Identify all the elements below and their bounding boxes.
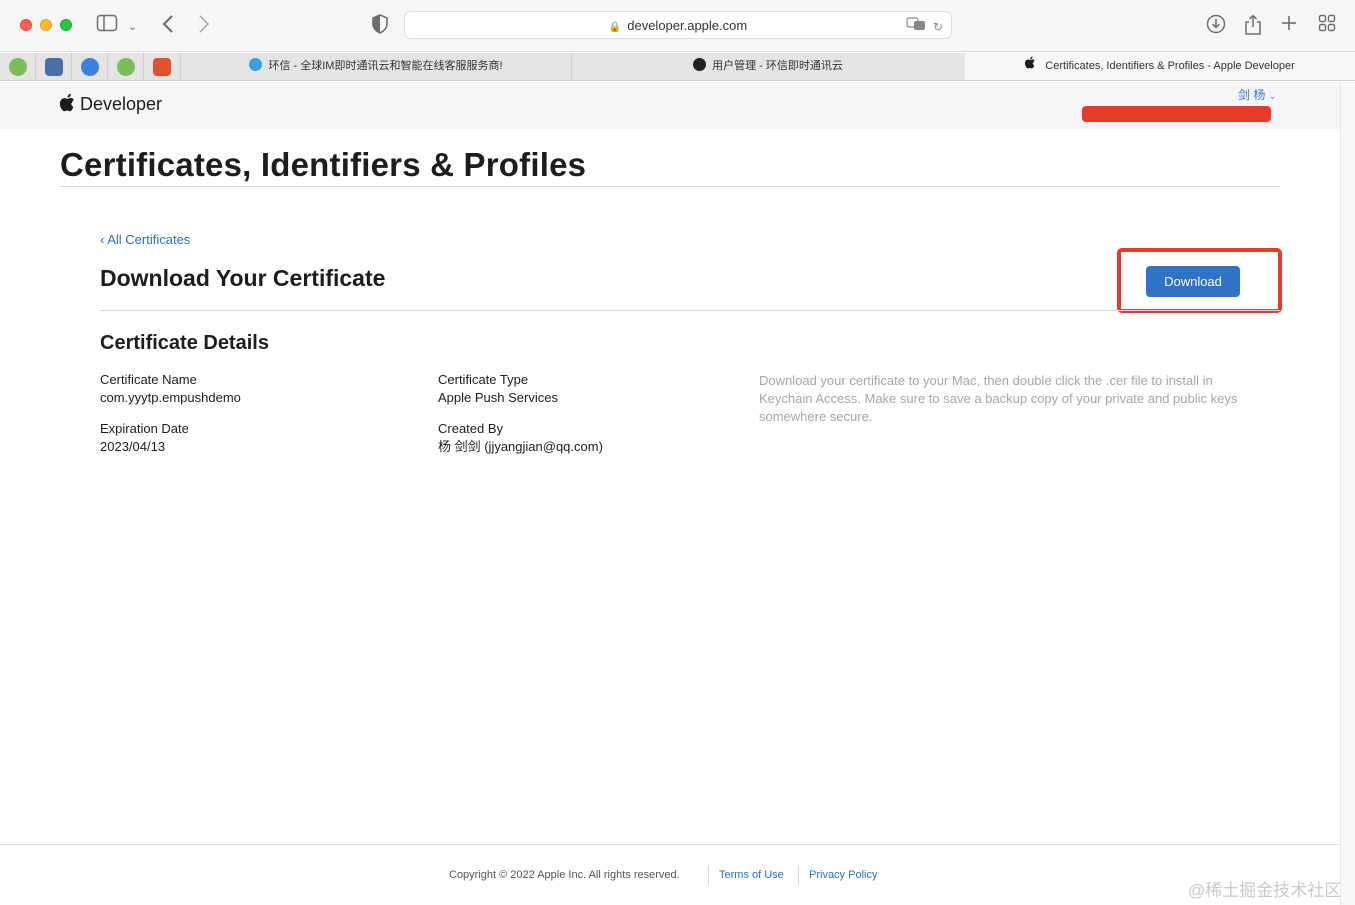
divider	[100, 310, 1280, 311]
privacy-shield-icon[interactable]	[371, 14, 389, 39]
pinned-tab-icon[interactable]	[81, 58, 99, 76]
pinned-tab-icon[interactable]	[117, 58, 135, 76]
created-by-field: Created By 杨 剑剑 (jjyangjian@qq.com)	[438, 420, 603, 456]
browser-titlebar: ⌄ 🔒 developer.apple.com ↻	[0, 0, 1355, 52]
tab-divider	[35, 53, 36, 80]
downloads-icon[interactable]	[1206, 14, 1226, 39]
lock-icon: 🔒	[608, 22, 622, 33]
page-scrollbar[interactable]	[1340, 82, 1355, 905]
share-icon[interactable]	[1244, 14, 1262, 41]
pinned-tab-icon[interactable]	[45, 58, 63, 76]
field-label: Certificate Type	[438, 372, 529, 387]
field-value: com.yyytp.empushdemo	[100, 390, 241, 405]
footer-divider	[798, 865, 799, 885]
page-footer: Copyright © 2022 Apple Inc. All rights r…	[0, 844, 1340, 905]
apple-logo-icon	[1025, 56, 1039, 72]
terms-of-use-link[interactable]: Terms of Use	[719, 869, 784, 881]
privacy-policy-link[interactable]: Privacy Policy	[809, 869, 877, 881]
chevron-down-icon[interactable]: ⌄	[128, 16, 137, 38]
address-bar[interactable]: 🔒 developer.apple.com ↻	[404, 11, 952, 39]
reload-icon[interactable]: ↻	[933, 20, 943, 34]
user-menu[interactable]: 剑 杨 ⌄	[1238, 86, 1276, 103]
field-label: Certificate Name	[100, 372, 197, 387]
tab-label: 用户管理 - 环信即时通讯云	[712, 60, 843, 72]
tab-huanxin-home[interactable]: 环信 - 全球IM即时通讯云和智能在线客服服务商!	[181, 53, 571, 80]
tab-divider	[143, 53, 144, 80]
pinned-tab-icon[interactable]	[153, 58, 171, 76]
field-value: Apple Push Services	[438, 390, 558, 405]
redaction-mark	[1082, 106, 1271, 122]
details-title: Certificate Details	[100, 332, 269, 354]
new-tab-icon[interactable]	[1280, 14, 1298, 37]
expiration-date-field: Expiration Date 2023/04/13	[100, 420, 189, 456]
tab-label: 环信 - 全球IM即时通讯云和智能在线客服服务商!	[268, 60, 503, 72]
forward-arrow-icon[interactable]	[196, 14, 212, 39]
zoom-window-button[interactable]	[60, 19, 72, 31]
user-name: 剑 杨	[1238, 88, 1266, 102]
download-button[interactable]: Download	[1146, 266, 1240, 297]
tab-overview-icon[interactable]	[1318, 14, 1336, 37]
field-label: Expiration Date	[100, 421, 189, 436]
field-label: Created By	[438, 421, 504, 436]
developer-logo[interactable]: Developer	[59, 93, 163, 116]
tab-divider	[71, 53, 72, 80]
certificate-type-field: Certificate Type Apple Push Services	[438, 371, 558, 407]
all-certificates-link[interactable]: ‹ All Certificates	[100, 232, 190, 247]
tab-label: Certificates, Identifiers & Profiles - A…	[1045, 60, 1295, 72]
apple-logo-icon	[59, 93, 76, 116]
field-value: 2023/04/13	[100, 439, 166, 454]
section-title: Download Your Certificate	[100, 265, 386, 291]
developer-header: Developer 剑 杨 ⌄	[0, 82, 1340, 129]
tab-bar: 环信 - 全球IM即时通讯云和智能在线客服服务商! 用户管理 - 环信即时通讯云…	[0, 53, 1355, 81]
site-favicon-icon	[249, 58, 263, 71]
divider	[60, 186, 1280, 187]
page-title: Certificates, Identifiers & Profiles	[60, 146, 587, 183]
chevron-down-icon: ⌄	[1268, 91, 1277, 101]
sidebar-toggle-icon[interactable]	[96, 14, 118, 37]
url-text: developer.apple.com	[627, 18, 748, 33]
copyright-text: Copyright © 2022 Apple Inc. All rights r…	[449, 869, 680, 881]
back-arrow-icon[interactable]	[160, 14, 176, 39]
close-window-button[interactable]	[20, 19, 32, 31]
field-value: 杨 剑剑 (jjyangjian@qq.com)	[438, 439, 603, 454]
watermark-text: @稀土掘金技术社区	[1188, 881, 1342, 900]
web-page: Developer 剑 杨 ⌄ Certificates, Identifier…	[0, 82, 1340, 905]
tab-user-management[interactable]: 用户管理 - 环信即时通讯云	[572, 53, 964, 80]
footer-divider	[708, 865, 709, 885]
tab-divider	[107, 53, 108, 80]
pinned-tab-icon[interactable]	[9, 58, 27, 76]
site-favicon-icon	[693, 58, 707, 71]
developer-logo-text: Developer	[80, 94, 163, 114]
certificate-name-field: Certificate Name com.yyytp.empushdemo	[100, 371, 241, 407]
minimize-window-button[interactable]	[40, 19, 52, 31]
tab-apple-developer[interactable]: Certificates, Identifiers & Profiles - A…	[965, 53, 1355, 80]
translate-icon[interactable]	[905, 17, 929, 34]
download-instructions: Download your certificate to your Mac, t…	[759, 373, 1238, 424]
